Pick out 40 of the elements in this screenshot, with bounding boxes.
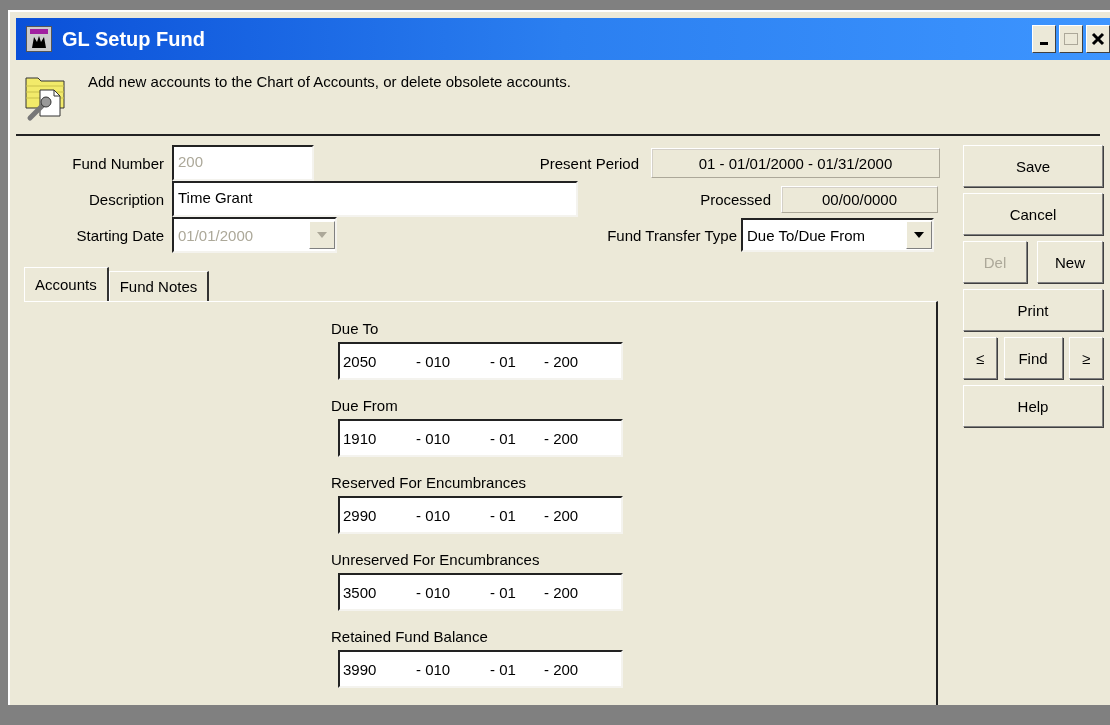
action-button[interactable]: Print (963, 289, 1103, 331)
account-field[interactable]: 3990 - 010 - 01 - 200 (338, 650, 623, 688)
action-button[interactable]: ≥ (1069, 337, 1103, 379)
tab[interactable]: Fund Notes (108, 271, 210, 301)
field-label: Due To (331, 320, 379, 337)
action-button[interactable]: ≤ (963, 337, 997, 379)
maximize-icon (1063, 32, 1079, 46)
dropdown-field[interactable]: Due To/Due From (741, 218, 934, 252)
field-label: Fund Transfer Type (607, 226, 737, 244)
account-field[interactable]: 1910 - 010 - 01 - 200 (338, 419, 623, 457)
field-label: Retained Fund Balance (331, 628, 488, 645)
readout-field: 00/00/0000 (781, 185, 938, 213)
field-label: Reserved For Encumbrances (331, 474, 527, 491)
readout-field: 01 - 01/01/2000 - 01/31/2000 (651, 148, 940, 178)
tab[interactable]: Accounts (24, 267, 109, 301)
minimize-button[interactable] (1032, 25, 1056, 53)
minimize-icon (1040, 42, 1048, 45)
header-text: Add new accounts to the Chart of Accounts, or delete obsolete accounts. (88, 73, 571, 90)
field-label: Starting Date (75, 226, 164, 244)
action-button[interactable]: New (1037, 241, 1103, 283)
app-icon (26, 26, 52, 52)
field-label: Fund Number (71, 154, 164, 172)
close-icon (1091, 32, 1105, 46)
action-button[interactable]: Cancel (963, 193, 1103, 235)
caret-icon (914, 232, 924, 238)
action-button[interactable]: Find (1003, 337, 1063, 379)
field-label: Description (87, 190, 164, 208)
account-field[interactable]: 3500 - 010 - 01 - 200 (338, 573, 623, 611)
field-label: Unreserved For Encumbrances (331, 551, 540, 568)
field-label: Due From (331, 397, 398, 414)
field-label: Processed (700, 190, 771, 208)
close-button[interactable] (1086, 25, 1110, 53)
field-label: Present Period (539, 154, 639, 172)
input-field[interactable]: Time Grant (172, 181, 578, 217)
account-field[interactable]: 2990 - 010 - 01 - 200 (338, 496, 623, 534)
window-title: GL Setup Fund (62, 27, 206, 51)
caret-icon (317, 232, 327, 238)
action-button[interactable]: Help (963, 385, 1103, 427)
account-field[interactable]: 2050 - 010 - 01 - 200 (338, 342, 623, 380)
action-button[interactable]: Save (963, 145, 1103, 187)
